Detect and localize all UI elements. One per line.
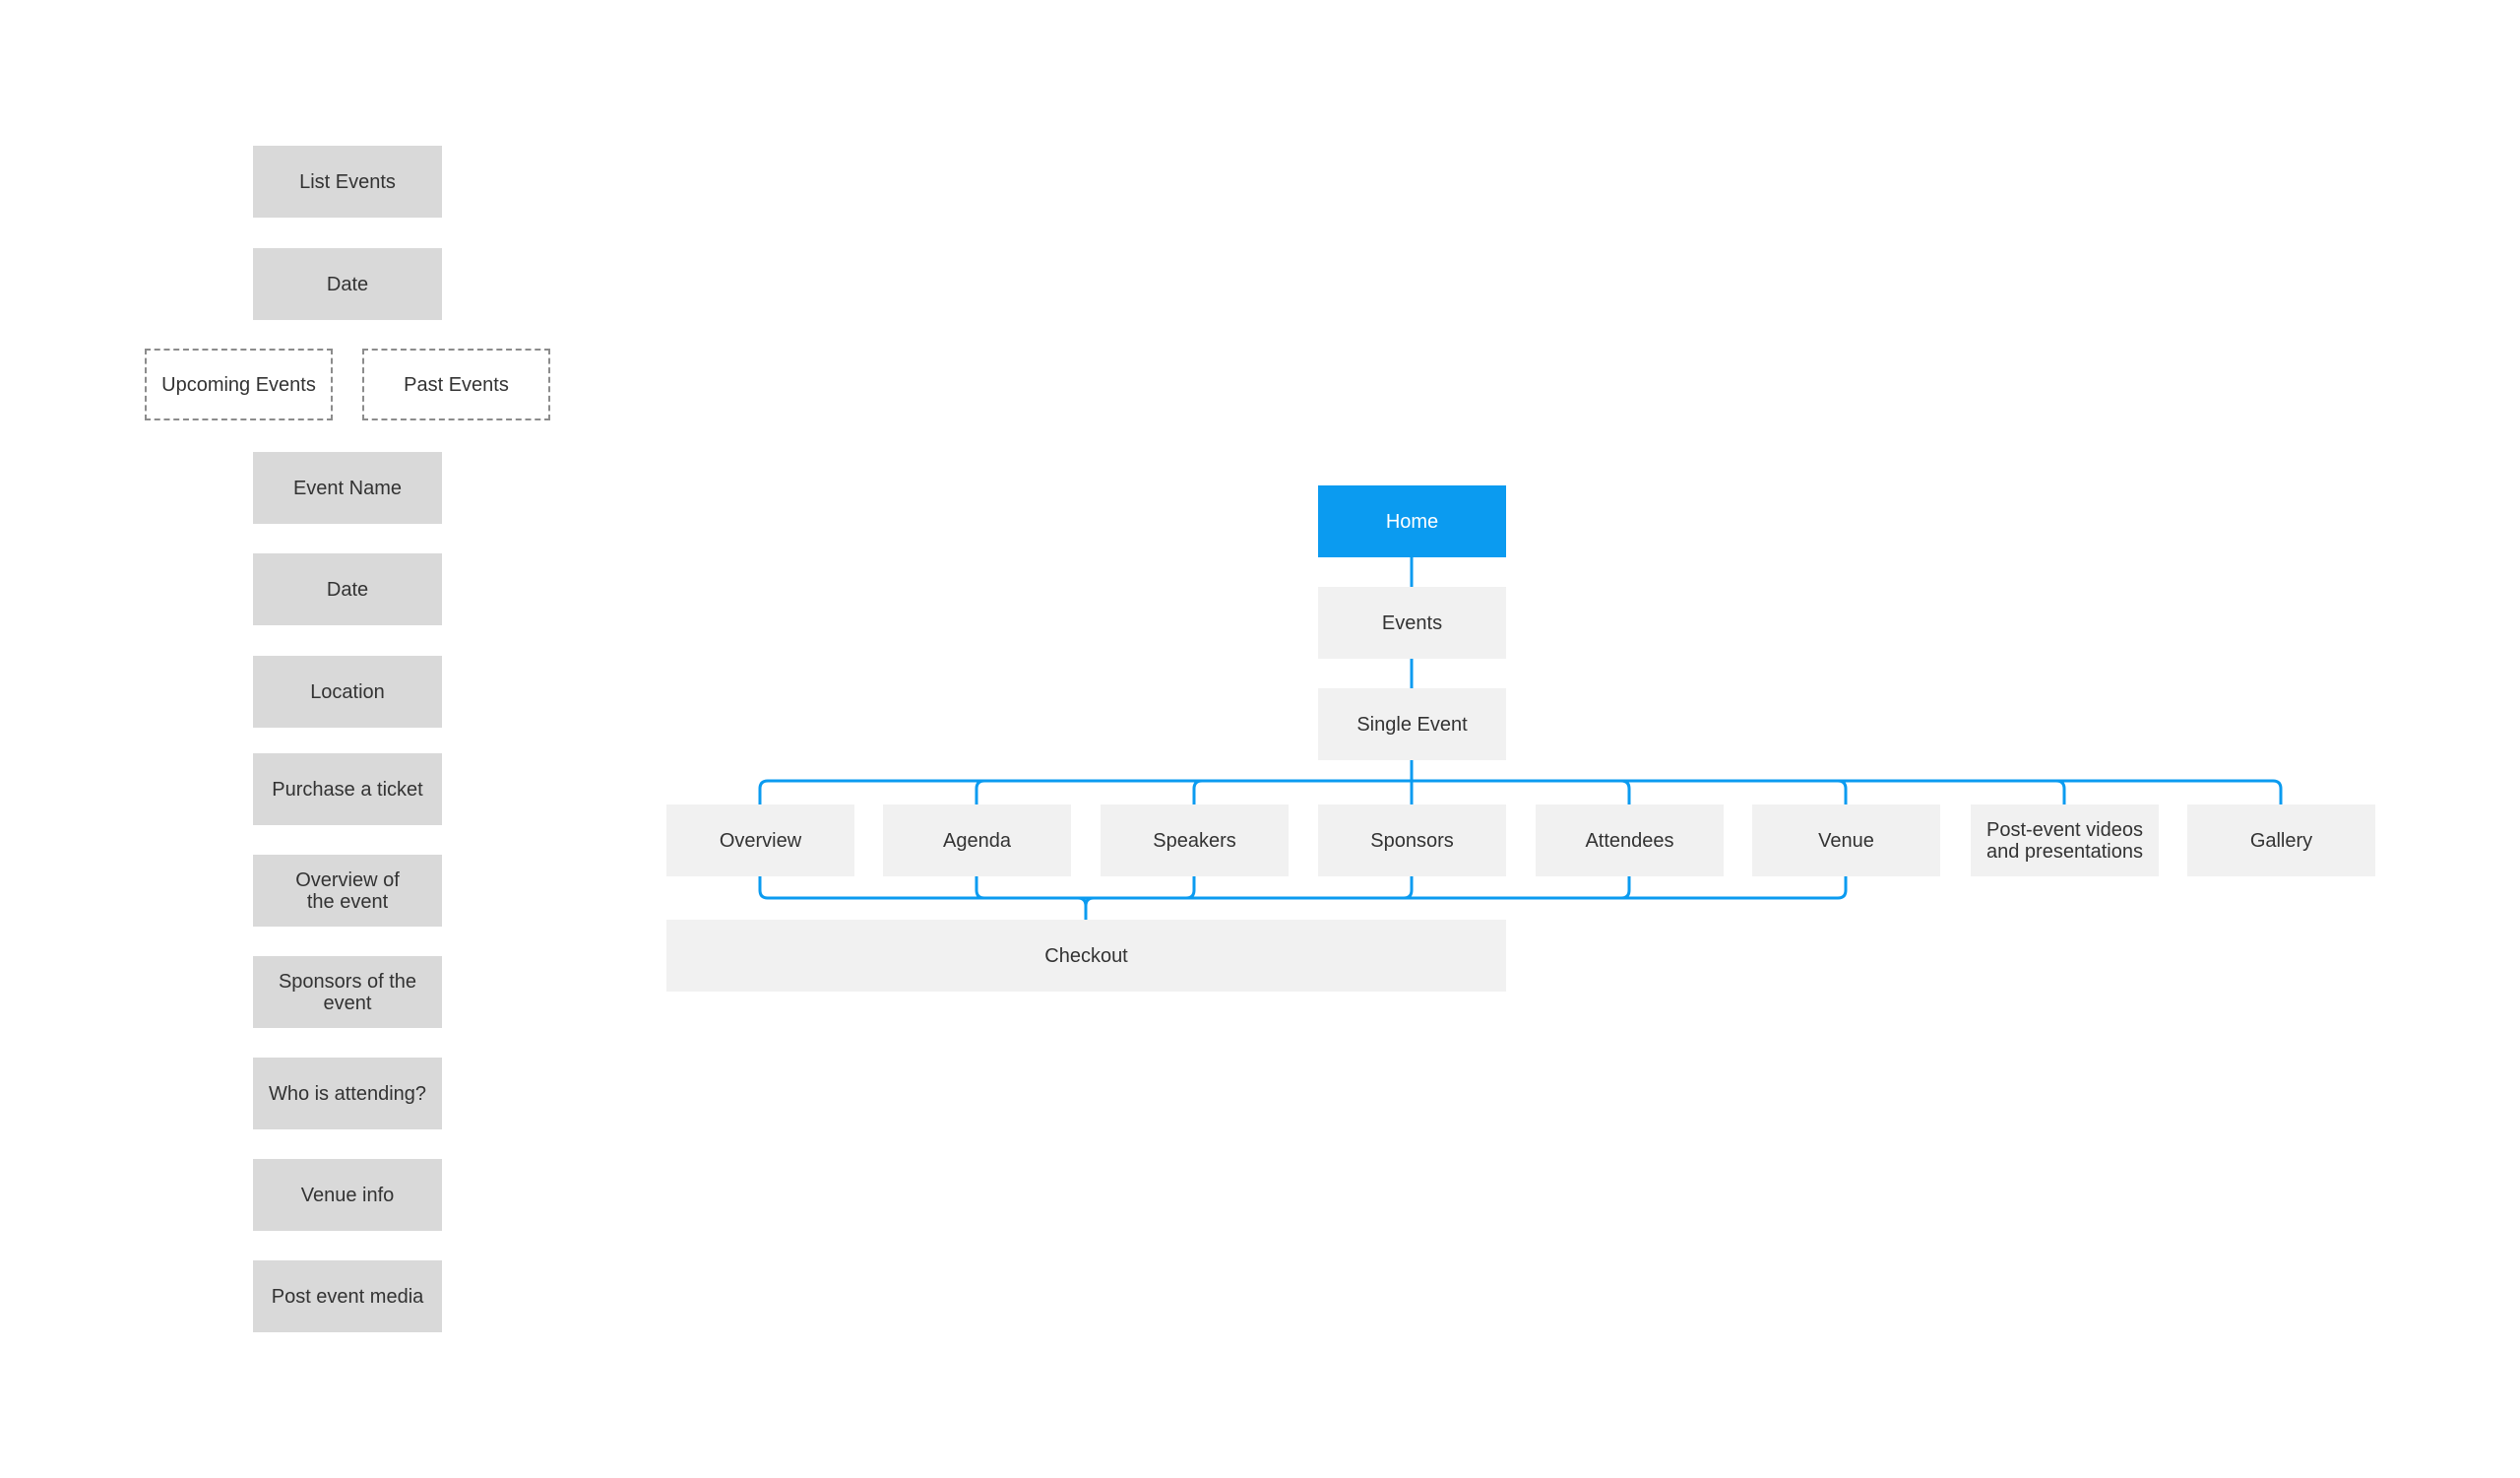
legend-label: Post event media: [271, 1285, 424, 1308]
node-label: Venue: [1818, 829, 1874, 852]
legend-label: Past Events: [404, 373, 509, 396]
node-label: Sponsors: [1370, 829, 1454, 852]
connector-attendees-drop: [1620, 779, 1631, 804]
legend-event-name: Event Name: [253, 452, 442, 524]
node-speakers[interactable]: Speakers: [1101, 804, 1289, 876]
connector-sponsors-up: [1403, 876, 1414, 900]
legend-label: Location: [310, 680, 385, 703]
connector-venue-drop: [1837, 779, 1848, 804]
node-post-event-videos[interactable]: Post-event videos and presentations: [1971, 804, 2159, 876]
node-label: Attendees: [1585, 829, 1674, 852]
legend-label: Sponsors of the event: [278, 970, 417, 1014]
connector-agenda-drop: [975, 779, 985, 804]
node-home[interactable]: Home: [1318, 485, 1506, 557]
node-events[interactable]: Events: [1318, 587, 1506, 659]
legend-past-events: Past Events: [362, 349, 550, 420]
node-label: Agenda: [943, 829, 1011, 852]
legend-label: Date: [326, 578, 369, 601]
connector-agenda-up: [975, 876, 985, 900]
node-label: Post-event videos and presentations: [1985, 818, 2143, 863]
node-agenda[interactable]: Agenda: [883, 804, 1071, 876]
node-label: Single Event: [1356, 713, 1468, 736]
node-label: Home: [1385, 510, 1439, 533]
legend-label: List Events: [299, 170, 396, 193]
legend-upcoming-events: Upcoming Events: [145, 349, 333, 420]
sitemap-connectors: [758, 557, 2283, 920]
connector-postevent-drop: [2055, 779, 2066, 804]
node-single-event[interactable]: Single Event: [1318, 688, 1506, 760]
node-venue[interactable]: Venue: [1752, 804, 1940, 876]
legend-venue-info: Venue info: [253, 1159, 442, 1231]
node-sponsors[interactable]: Sponsors: [1318, 804, 1506, 876]
legend-attendees: Who is attending?: [253, 1058, 442, 1129]
legend-overview: Overview of the event: [253, 855, 442, 927]
legend-label: Upcoming Events: [161, 373, 316, 396]
node-label: Events: [1381, 611, 1443, 634]
legend-label: Purchase a ticket: [272, 778, 423, 801]
legend-sponsors: Sponsors of the event: [253, 956, 442, 1028]
legend-purchase-ticket: Purchase a ticket: [253, 753, 442, 825]
node-overview[interactable]: Overview: [666, 804, 854, 876]
node-label: Speakers: [1153, 829, 1236, 852]
connector-attendees-up: [1620, 876, 1631, 900]
node-gallery[interactable]: Gallery: [2187, 804, 2375, 876]
legend-label: Venue info: [300, 1184, 395, 1206]
legend-date: Date: [253, 553, 442, 625]
connector-speakers-up: [1185, 876, 1196, 900]
node-attendees[interactable]: Attendees: [1536, 804, 1724, 876]
connector-speakers-drop: [1192, 779, 1203, 804]
legend-label: Who is attending?: [268, 1082, 427, 1105]
node-label: Gallery: [2249, 829, 2313, 852]
legend-post-event-media: Post event media: [253, 1260, 442, 1332]
node-label: Overview: [719, 829, 802, 852]
node-label: Checkout: [1044, 944, 1128, 967]
legend-label: Event Name: [292, 477, 403, 499]
connector-top-bracket: [758, 779, 2283, 804]
node-checkout[interactable]: Checkout: [666, 920, 1506, 992]
legend-list-events: List Events: [253, 146, 442, 218]
connector-bottom-bracket: [758, 876, 1848, 900]
legend-location: Location: [253, 656, 442, 728]
legend-label: Date: [326, 273, 369, 295]
connector-checkout-junction: [1077, 896, 1095, 920]
legend-date-filter: Date: [253, 248, 442, 320]
legend-label: Overview of the event: [295, 868, 400, 913]
